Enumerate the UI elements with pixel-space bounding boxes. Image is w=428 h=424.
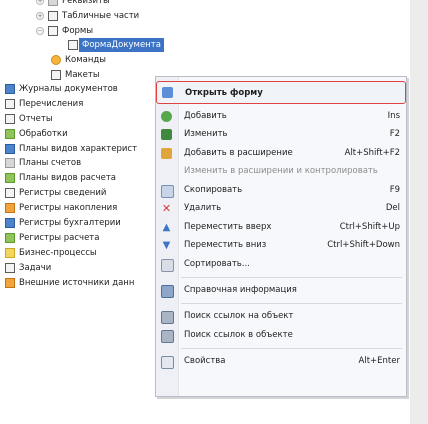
menu-item-add-to-extension[interactable]: Добавить в расширение Alt+Shift+F2 xyxy=(156,143,406,163)
collapse-icon[interactable]: − xyxy=(36,27,44,35)
tree-item-char-plans[interactable]: Планы видов характерист xyxy=(5,142,137,156)
arrow-down-icon: ▼ xyxy=(162,240,171,251)
tree-item-enums[interactable]: Перечисления xyxy=(5,97,83,111)
tree-item-account-registers[interactable]: Регистры бухгалтерии xyxy=(5,216,121,230)
tree-item-document-form[interactable]: ФормаДокумента xyxy=(68,38,164,52)
info-registers-icon xyxy=(5,188,15,198)
properties-icon xyxy=(161,356,174,369)
tree-item-forms[interactable]: − Формы xyxy=(36,24,93,38)
tree-item-commands[interactable]: Команды xyxy=(51,53,106,67)
help-icon xyxy=(161,285,174,298)
menu-separator xyxy=(181,277,402,278)
menu-item-copy[interactable]: Скопировать F9 xyxy=(156,180,406,200)
menu-item-add[interactable]: Добавить Ins xyxy=(156,106,406,126)
tree-item-accum-registers[interactable]: Регистры накопления xyxy=(5,201,117,215)
menu-item-move-down[interactable]: ▼ Переместить вниз Ctrl+Shift+Down xyxy=(156,235,406,255)
accounts-plans-icon xyxy=(5,158,15,168)
edit-icon xyxy=(161,129,172,140)
arrow-up-icon: ▲ xyxy=(162,222,171,233)
menu-item-help[interactable]: Справочная информация xyxy=(156,280,406,300)
journals-icon xyxy=(5,84,15,94)
find-references-in-icon xyxy=(161,330,174,343)
selected-item-label: ФормаДокумента xyxy=(79,38,164,52)
business-processes-icon xyxy=(5,248,15,258)
tree-item-tabular-parts[interactable]: + Табличные части xyxy=(36,9,139,23)
tree-item-calc-registers[interactable]: Регистры расчета xyxy=(5,231,99,245)
sort-icon xyxy=(161,259,174,272)
tree-item-tasks[interactable]: Задачи xyxy=(5,261,51,275)
copy-icon xyxy=(161,185,174,198)
add-extension-icon xyxy=(161,148,172,159)
tasks-icon xyxy=(5,263,15,273)
menu-item-open-form[interactable]: Открыть форму xyxy=(156,81,406,104)
tree-item-accounts-plans[interactable]: Планы счетов xyxy=(5,156,81,170)
tree-item-processings[interactable]: Обработки xyxy=(5,127,68,141)
tree-item-calc-plans[interactable]: Планы видов расчета xyxy=(5,171,116,185)
menu-item-properties[interactable]: Свойства Alt+Enter xyxy=(156,351,406,371)
menu-item-move-up[interactable]: ▲ Переместить вверх Ctrl+Shift+Up xyxy=(156,217,406,237)
menu-separator xyxy=(181,303,402,304)
menu-item-edit-in-extension[interactable]: Изменить в расширении и контролировать xyxy=(156,161,406,181)
menu-item-sort[interactable]: Сортировать... xyxy=(156,254,406,274)
tree-item-reports[interactable]: Отчеты xyxy=(5,112,53,126)
commands-icon xyxy=(51,55,61,65)
templates-icon xyxy=(51,70,61,80)
menu-item-edit[interactable]: Изменить F2 xyxy=(156,124,406,144)
requisites-icon xyxy=(48,0,58,6)
enums-icon xyxy=(5,99,15,109)
tree-item-templates[interactable]: Макеты xyxy=(51,68,100,82)
open-form-icon xyxy=(162,87,173,98)
tree-item-external-sources[interactable]: Внешние источники данн xyxy=(5,276,134,290)
expand-icon[interactable]: + xyxy=(36,12,44,20)
accum-registers-icon xyxy=(5,203,15,213)
menu-separator xyxy=(181,348,402,349)
external-sources-icon xyxy=(5,278,15,288)
calc-registers-icon xyxy=(5,233,15,243)
delete-icon: ✕ xyxy=(161,202,172,215)
menu-item-find-references-in[interactable]: Поиск ссылок в объекте xyxy=(156,325,406,345)
tree-item-business-processes[interactable]: Бизнес-процессы xyxy=(5,246,97,260)
menu-item-delete[interactable]: ✕ Удалить Del xyxy=(156,198,406,218)
add-icon xyxy=(161,111,172,122)
expand-icon[interactable]: + xyxy=(36,0,44,5)
calc-plans-icon xyxy=(5,173,15,183)
menu-item-find-references-to[interactable]: Поиск ссылок на объект xyxy=(156,306,406,326)
forms-icon xyxy=(48,26,58,36)
tree-item-journals[interactable]: Журналы документов xyxy=(5,82,118,96)
char-plans-icon xyxy=(5,144,15,154)
account-registers-icon xyxy=(5,218,15,228)
processings-icon xyxy=(5,129,15,139)
tree-item-requisites[interactable]: + Реквизиты xyxy=(36,0,110,8)
form-icon xyxy=(68,40,78,50)
find-references-icon xyxy=(161,311,174,324)
context-menu: Открыть форму Добавить Ins Изменить F2 Д… xyxy=(155,76,407,397)
reports-icon xyxy=(5,114,15,124)
tree-item-info-registers[interactable]: Регистры сведений xyxy=(5,186,106,200)
table-icon xyxy=(48,11,58,21)
